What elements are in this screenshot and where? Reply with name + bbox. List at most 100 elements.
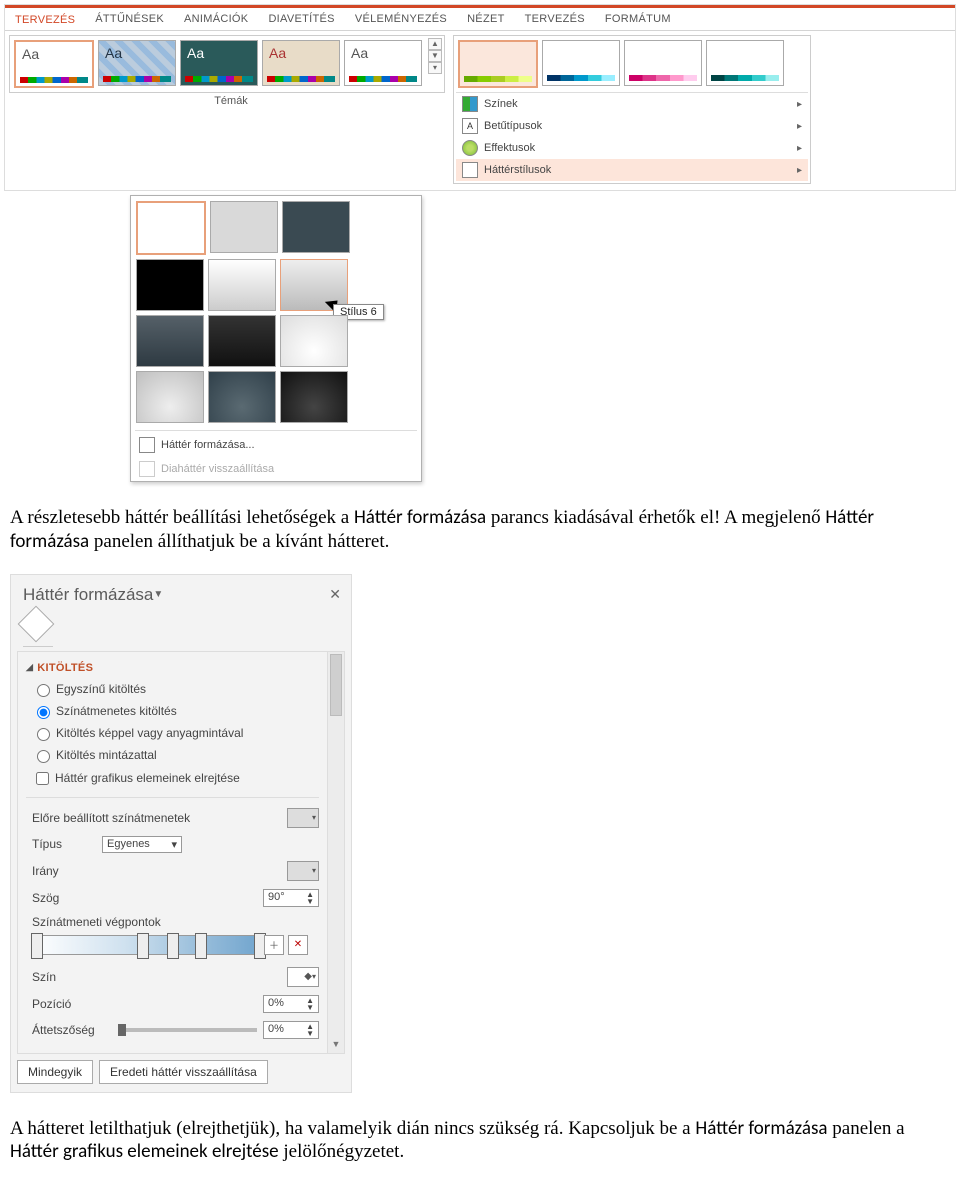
checkbox-input[interactable] [36, 772, 49, 785]
themes-group: Aa Aa Aa Aa Aa ▲ ▼ ▾ Témák [9, 35, 453, 107]
presets-dropdown[interactable]: ▾ [287, 808, 319, 828]
label: Színek [484, 98, 518, 110]
bg-style-thumb[interactable] [208, 315, 276, 367]
variant-thumb[interactable] [624, 40, 702, 86]
radio-picture[interactable]: Kitöltés képpel vagy anyagmintával [26, 722, 319, 744]
pane-body: ◢ KITÖLTÉS Egyszínű kitöltés Színátmenet… [17, 651, 345, 1054]
radio-input[interactable] [37, 750, 50, 763]
field-position: Pozíció 0% ▲▼ [26, 991, 319, 1017]
radio-gradient[interactable]: Színátmenetes kitöltés [26, 700, 319, 722]
type-select[interactable]: Egyenes▾ [102, 836, 182, 853]
bg-style-thumb[interactable] [282, 201, 350, 253]
gradient-stop[interactable] [31, 933, 43, 959]
themes-spinner[interactable]: ▲ ▼ ▾ [428, 38, 442, 74]
chevron-right-icon: ▸ [797, 99, 802, 110]
ribbon-tab[interactable]: TERVEZÉS [5, 7, 85, 30]
slider-thumb[interactable] [118, 1024, 126, 1036]
value: 0% [268, 1023, 284, 1037]
gradient-stop[interactable] [167, 933, 179, 959]
colors-icon [462, 96, 478, 112]
variants-fonts[interactable]: A Betűtípusok ▸ [456, 115, 808, 137]
check-hide-graphics[interactable]: Háttér grafikus elemeinek elrejtése [26, 766, 319, 791]
spinner-arrows-icon[interactable]: ▲▼ [306, 891, 314, 905]
remove-stop-button[interactable]: ✕ [288, 935, 308, 955]
section-fill[interactable]: ◢ KITÖLTÉS [26, 658, 319, 678]
fill-tab-icon[interactable] [18, 605, 55, 642]
bg-styles-dropdown: Stílus 6 Háttér formázása... Diaháttér v… [130, 195, 422, 482]
variants-bgstyles[interactable]: Háttérstílusok ▸ [456, 159, 808, 181]
variant-thumb[interactable] [542, 40, 620, 86]
radio-input[interactable] [37, 706, 50, 719]
ribbon-tab[interactable]: FORMÁTUM [595, 8, 681, 30]
chevron-right-icon: ▸ [797, 121, 802, 132]
ribbon-tab[interactable]: DIAVETÍTÉS [258, 8, 344, 30]
label: Pozíció [32, 997, 192, 1011]
themes-more-icon[interactable]: ▾ [428, 62, 442, 74]
themes-caption: Témák [9, 95, 453, 107]
theme-thumb[interactable]: Aa [14, 40, 94, 88]
ribbon-tab[interactable]: TERVEZÉS [515, 8, 595, 30]
label: Háttér formázása... [161, 439, 255, 451]
pane-header: Háttér formázása ▼ ✕ [11, 575, 351, 607]
radio-input[interactable] [37, 684, 50, 697]
add-stop-button[interactable]: ＋ [264, 935, 284, 955]
pane-scrollbar[interactable]: ▲ ▼ [327, 652, 344, 1053]
color-dropdown[interactable]: ◆▾ [287, 967, 319, 987]
theme-thumb[interactable]: Aa [98, 40, 176, 86]
close-icon[interactable]: ✕ [329, 586, 341, 603]
text: jelölőnégyzetet. [283, 1141, 404, 1162]
bg-style-thumb[interactable]: Stílus 6 [280, 259, 348, 311]
format-background-pane: Háttér formázása ▼ ✕ ◢ KITÖLTÉS Egyszínű… [10, 574, 352, 1093]
angle-spinner[interactable]: 90° ▲▼ [263, 889, 319, 907]
bg-format-item[interactable]: Háttér formázása... [131, 433, 421, 457]
label: Áttetszőség [32, 1023, 112, 1037]
bg-style-thumb[interactable] [208, 371, 276, 423]
bg-style-thumb[interactable] [136, 201, 206, 255]
value: 90° [268, 891, 285, 905]
variants-colors[interactable]: Színek ▸ [456, 93, 808, 115]
chevron-up-icon[interactable]: ▲ [428, 38, 442, 50]
bg-style-thumb[interactable] [208, 259, 276, 311]
bg-style-thumb[interactable] [136, 315, 204, 367]
text: A hátteret letilthatjuk (elrejthetjük), … [10, 1118, 695, 1139]
direction-dropdown[interactable]: ▾ [287, 861, 319, 881]
bg-style-thumb[interactable] [280, 315, 348, 367]
label-gradient-stops: Színátmeneti végpontok [26, 911, 319, 931]
bg-style-thumb[interactable] [280, 371, 348, 423]
radio-solid[interactable]: Egyszínű kitöltés [26, 678, 319, 700]
text-bold: Háttér formázása [354, 506, 486, 529]
bg-style-thumb[interactable] [210, 201, 278, 253]
theme-thumb[interactable]: Aa [344, 40, 422, 86]
paragraph: A részletesebb háttér beállítási lehetős… [10, 506, 950, 554]
apply-all-button[interactable]: Mindegyik [17, 1060, 93, 1084]
variant-thumb[interactable] [706, 40, 784, 86]
spinner-arrows-icon[interactable]: ▲▼ [306, 1023, 314, 1037]
theme-thumb[interactable]: Aa [180, 40, 258, 86]
ribbon-tab[interactable]: ANIMÁCIÓK [174, 8, 258, 30]
variants-effects[interactable]: Effektusok ▸ [456, 137, 808, 159]
radio-pattern[interactable]: Kitöltés mintázattal [26, 744, 319, 766]
radio-input[interactable] [37, 728, 50, 741]
transparency-slider[interactable] [118, 1028, 257, 1032]
gradient-stop[interactable] [137, 933, 149, 959]
reset-bg-button[interactable]: Eredeti háttér visszaállítása [99, 1060, 268, 1084]
variant-thumb[interactable] [458, 40, 538, 88]
position-spinner[interactable]: 0% ▲▼ [263, 995, 319, 1013]
text: A részletesebb háttér beállítási lehetős… [10, 507, 354, 528]
pane-menu-icon[interactable]: ▼ [153, 589, 163, 600]
transparency-spinner[interactable]: 0% ▲▼ [263, 1021, 319, 1039]
theme-thumb[interactable]: Aa [262, 40, 340, 86]
chevron-down-icon[interactable]: ▼ [428, 50, 442, 62]
value: Egyenes [107, 838, 150, 851]
gradient-stop[interactable] [195, 933, 207, 959]
ribbon-tab[interactable]: NÉZET [457, 8, 515, 30]
bg-style-thumb[interactable] [136, 371, 204, 423]
gradient-bar[interactable]: ＋ ✕ [32, 935, 265, 955]
ribbon-tab[interactable]: ÁTTŰNÉSEK [85, 8, 174, 30]
ribbon-tab[interactable]: VÉLEMÉNYEZÉS [345, 8, 457, 30]
scroll-thumb[interactable] [330, 654, 342, 716]
scroll-down-icon[interactable]: ▼ [328, 1039, 344, 1053]
spinner-arrows-icon[interactable]: ▲▼ [306, 997, 314, 1011]
bg-style-thumb[interactable] [136, 259, 204, 311]
paragraph: A hátteret letilthatjuk (elrejthetjük), … [10, 1117, 950, 1165]
